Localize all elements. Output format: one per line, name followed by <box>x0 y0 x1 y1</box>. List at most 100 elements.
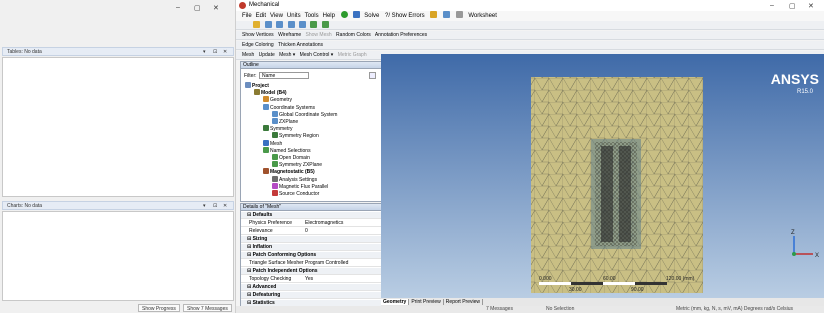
charts-pane-dropdown-icon[interactable]: ▾ <box>203 202 206 210</box>
details-value[interactable]: Electromagnetics <box>305 220 343 227</box>
filter-select[interactable]: Name <box>259 72 309 79</box>
tree-item[interactable]: Analysis Settings <box>272 175 317 183</box>
details-group[interactable]: ⊟ Advanced <box>241 284 387 291</box>
details-row[interactable]: Topology Checking Yes <box>241 276 387 283</box>
mech-close-button[interactable]: ✕ <box>808 2 814 10</box>
show-mesh-button[interactable]: Show Mesh <box>306 32 332 38</box>
tree-item[interactable]: Symmetry <box>263 125 293 132</box>
status-units[interactable]: Metric (mm, kg, N, s, mV, mA) Degrees ra… <box>676 306 793 313</box>
tree-item[interactable]: Open Domain <box>272 154 310 161</box>
status-selection: No Selection <box>546 306 575 312</box>
menu-tools[interactable]: Tools <box>305 13 319 19</box>
details-group[interactable]: ⊟ Defaults <box>241 212 387 219</box>
select-face-icon[interactable] <box>310 21 318 28</box>
image-icon[interactable] <box>443 11 451 18</box>
mech-maximize-button[interactable]: ▢ <box>789 2 796 10</box>
outline-panel: Outline Filter: Name Project Model (B4) Ge… <box>240 61 388 202</box>
random-colors-button[interactable]: Random Colors <box>336 32 371 38</box>
details-group[interactable]: ⊟ Inflation <box>241 244 387 251</box>
update-button[interactable]: Update <box>259 52 275 58</box>
zoom-fit-icon[interactable] <box>298 21 306 28</box>
details-row[interactable]: Relevance 0 <box>241 228 387 235</box>
menu-view[interactable]: View <box>270 13 283 19</box>
tables-pane-close-icon[interactable]: ✕ <box>223 48 227 56</box>
tree-item[interactable]: Coordinate Systems <box>263 103 315 111</box>
mech-minimize-button[interactable]: – <box>770 2 774 9</box>
filter-apply-icon[interactable] <box>369 72 376 79</box>
tree-item[interactable]: Geometry <box>263 96 292 103</box>
menu-file[interactable]: File <box>242 13 252 19</box>
scale-label-2: 120.00 (mm) <box>666 276 695 282</box>
tables-pane-pin-icon[interactable]: ⊡ <box>213 48 217 56</box>
details-key: ⊟ Advanced <box>247 284 277 290</box>
charts-pane-header: Charts: No data ▾ ⊡ ✕ <box>2 201 234 210</box>
tables-pane-dropdown-icon[interactable]: ▾ <box>203 48 206 56</box>
details-value[interactable]: Program Controlled <box>305 260 348 267</box>
edge-coloring-button[interactable]: Edge Coloring <box>242 42 274 48</box>
tree-item[interactable]: Symmetry ZXPlane <box>272 161 322 168</box>
zoom-icon[interactable] <box>276 21 284 28</box>
tab-print-preview[interactable]: Print Preview <box>409 299 444 305</box>
rotate-icon[interactable] <box>253 21 261 28</box>
tab-report-preview[interactable]: Report Preview <box>443 299 483 305</box>
details-group[interactable]: ⊟ Sizing <box>241 236 387 243</box>
zoom-box-icon[interactable] <box>287 21 295 28</box>
details-group[interactable]: ⊟ Defeaturing <box>241 292 387 299</box>
wireframe-button[interactable]: Wireframe <box>278 32 301 38</box>
tab-geometry[interactable]: Geometry <box>381 299 410 305</box>
details-row[interactable]: Physics Preference Electromagnetics <box>241 220 387 227</box>
conductor-left <box>601 146 613 242</box>
tree-item-label: Geometry <box>270 97 292 104</box>
details-row[interactable]: Triangle Surface Mesher Program Controlle… <box>241 260 387 267</box>
tree-item-label: Symmetry Region <box>279 133 319 140</box>
table-icon[interactable] <box>455 11 463 18</box>
maximize-button[interactable]: ▢ <box>194 4 201 12</box>
graphics-viewport[interactable]: ANSYS R15.0 0.000 60.00 120.00 (mm) 30.0… <box>381 54 824 298</box>
tree-item[interactable]: Magnetic Flux Parallel <box>272 182 328 190</box>
tree-item[interactable]: Magnetostatic (B5) <box>263 168 315 175</box>
charts-pane-pin-icon[interactable]: ⊡ <box>213 202 217 210</box>
annotation-preferences-button[interactable]: Annotation Preferences <box>375 32 427 38</box>
background-window: – ▢ ✕ Tables: No data ▾ ⊡ ✕ Charts: No d… <box>0 0 236 313</box>
mesh-dropdown[interactable]: Mesh ▾ <box>279 52 295 58</box>
metric-graph-button[interactable]: Metric Graph <box>338 52 367 58</box>
status-messages[interactable]: 7 Messages <box>486 306 513 313</box>
tree-item[interactable]: ZXPlane <box>272 118 298 125</box>
minimize-button[interactable]: – <box>176 4 180 11</box>
tree-item[interactable]: Source Conductor <box>272 190 319 197</box>
window-title: Mechanical <box>249 2 280 8</box>
select-body-icon[interactable] <box>321 21 329 28</box>
details-group[interactable]: ⊟ Patch Independent Options <box>241 268 387 275</box>
pan-icon[interactable] <box>264 21 272 28</box>
details-group[interactable]: ⊟ Patch Conforming Options <box>241 252 387 259</box>
thicken-annotations-button[interactable]: Thicken Annotations <box>278 42 323 48</box>
close-button[interactable]: ✕ <box>213 4 219 12</box>
charts-pane-close-icon[interactable]: ✕ <box>223 202 227 210</box>
details-panel: Details of "Mesh" ⊟ Defaults Physics Pref… <box>240 203 388 310</box>
select-point-icon[interactable] <box>242 21 249 28</box>
tree-item[interactable]: Model (B4) <box>254 89 287 96</box>
tree-item[interactable]: Named Selections <box>263 146 311 154</box>
show-errors-button[interactable]: ?/ Show Errors <box>385 13 425 19</box>
details-value[interactable]: Yes <box>305 276 313 283</box>
show-messages-button[interactable]: Show 7 Messages <box>183 304 232 312</box>
tree-item[interactable]: Global Coordinate System <box>272 110 338 118</box>
solve-button[interactable]: Solve <box>364 13 379 19</box>
check-icon[interactable] <box>340 11 348 18</box>
mesh-control-dropdown[interactable]: Mesh Control ▾ <box>300 52 334 58</box>
tree-item-label: Symmetry <box>270 126 293 133</box>
details-value[interactable]: 0 <box>305 228 308 235</box>
tree-item[interactable]: Symmetry Region <box>272 132 319 139</box>
worksheet-button[interactable]: Worksheet <box>468 13 497 19</box>
details-key: Topology Checking <box>249 276 292 282</box>
folder-icon[interactable] <box>430 11 438 18</box>
menu-help[interactable]: Help <box>323 13 335 19</box>
tree-item[interactable]: Project <box>245 82 269 89</box>
triad-z-label: Z <box>791 230 795 236</box>
menu-units[interactable]: Units <box>287 13 301 19</box>
tree-item[interactable]: Mesh <box>263 139 282 147</box>
show-vertices-button[interactable]: Show Vertices <box>242 32 274 38</box>
tree-item-label: Global Coordinate System <box>279 111 338 118</box>
menu-edit[interactable]: Edit <box>256 13 266 19</box>
show-progress-button[interactable]: Show Progress <box>138 304 180 312</box>
